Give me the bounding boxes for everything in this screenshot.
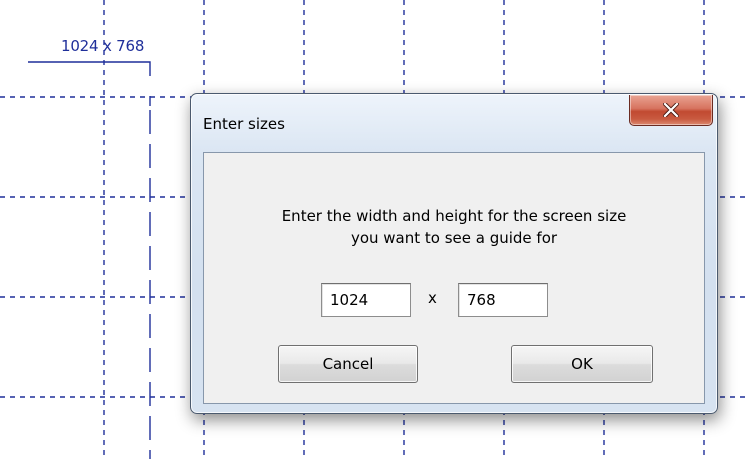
close-button[interactable] [629,95,713,126]
close-x-icon [663,103,679,117]
width-input[interactable] [321,283,411,317]
dialog-title: Enter sizes [203,115,285,133]
size-boundary-marker [28,61,151,76]
height-input[interactable] [458,283,548,317]
enter-sizes-dialog: Enter sizes Enter the width and height f… [190,93,718,414]
instruction-line-1: Enter the width and height for the scree… [281,207,627,225]
instruction-line-2: you want to see a guide for [350,229,558,247]
dialog-client-area: Enter the width and height for the scree… [203,152,705,404]
guide-size-label: 1024 x 768 [61,37,145,55]
times-separator: x [428,289,437,307]
cancel-button[interactable]: Cancel [278,345,418,383]
instruction-text: Enter the width and height for the scree… [204,205,704,249]
ok-button[interactable]: OK [511,345,653,383]
dialog-titlebar[interactable]: Enter sizes [191,94,717,150]
